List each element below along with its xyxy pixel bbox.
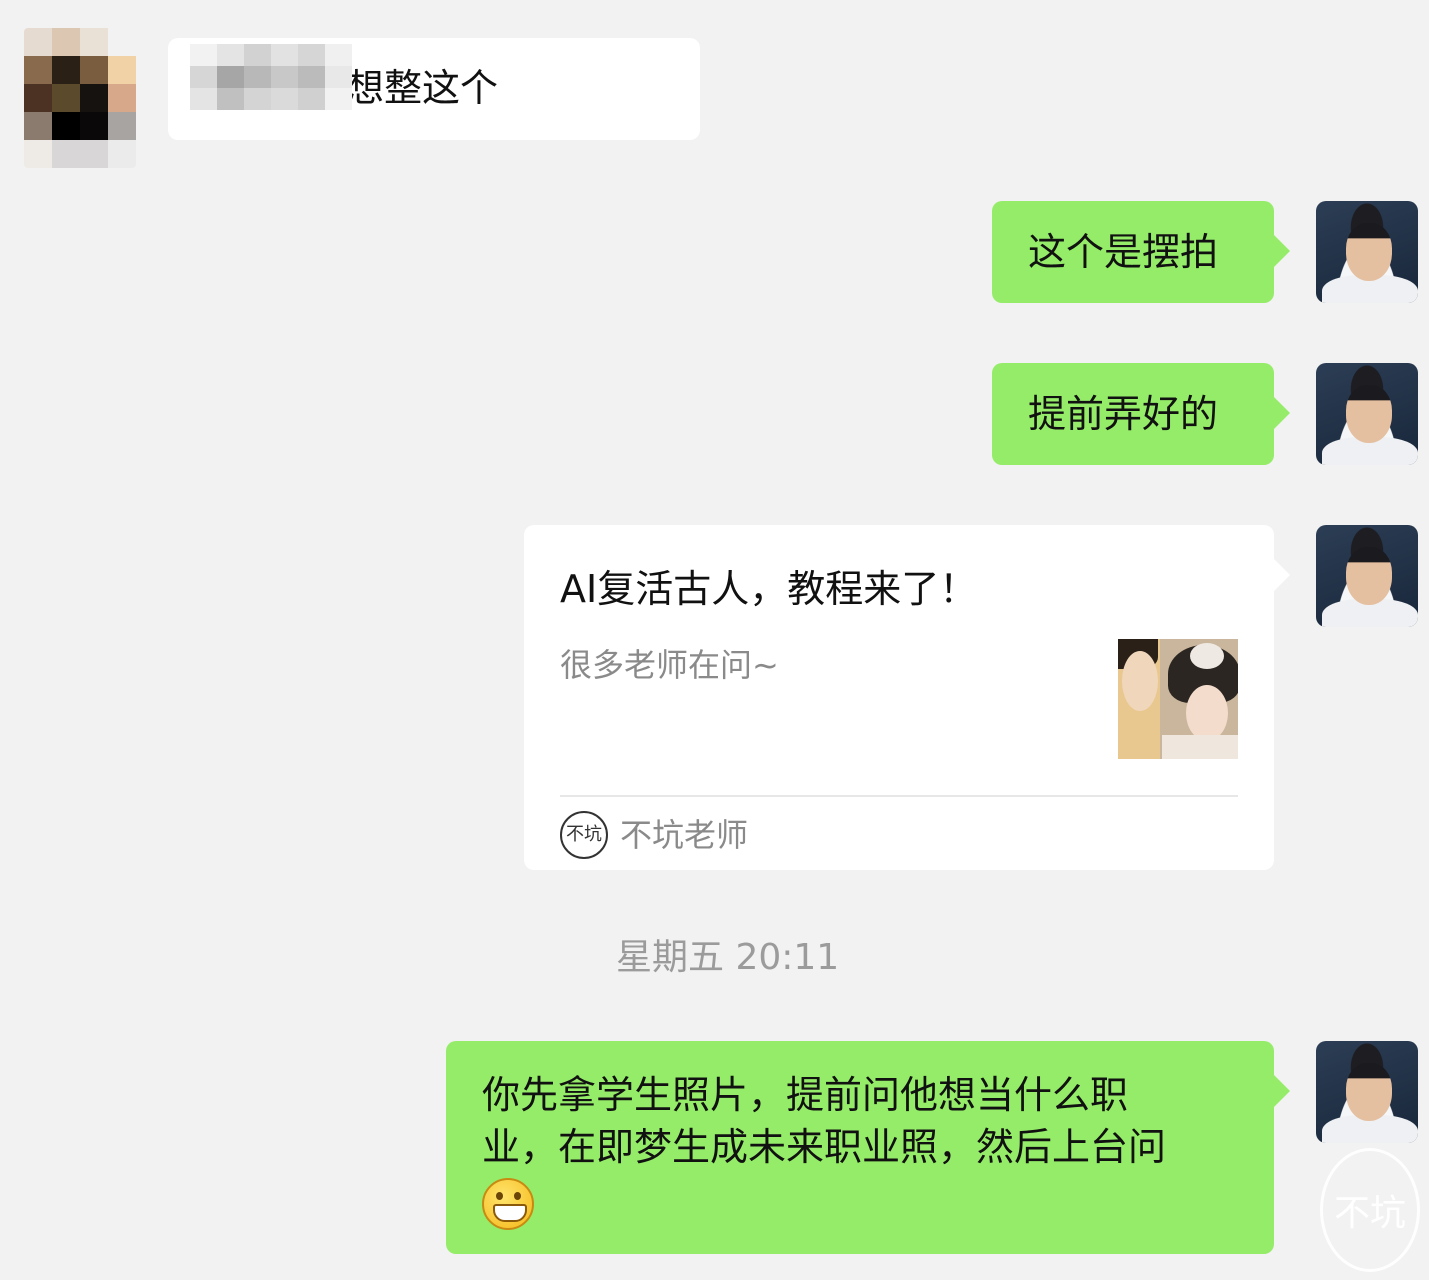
user-avatar[interactable] [1316,201,1418,303]
chat-window: 好，我都想整这个 这个是摆拍 提前弄好的 AI复活古人，教程来了！ 很多老师在问… [0,0,1429,1280]
avatar-face [1346,385,1392,443]
grin-emoji-icon [482,1177,534,1230]
sent-message-bubble[interactable]: 提前弄好的 [992,363,1290,465]
avatar-face [1346,547,1392,605]
sent-message-text: 提前弄好的 [1028,392,1219,436]
chat-timestamp: 星期五 20:11 [616,937,840,978]
shared-article-card[interactable]: AI复活古人，教程来了！ 很多老师在问~ 不坑 不坑老师 [524,525,1290,870]
thumb-hair-flower [1190,643,1224,669]
sent-message-bubble[interactable]: 这个是摆拍 [992,201,1290,303]
blurred-name-mosaic [190,44,352,110]
avatar-face [1346,223,1392,281]
user-avatar[interactable] [1316,1041,1418,1143]
user-avatar[interactable] [1316,525,1418,627]
official-account-icon: 不坑 [560,811,608,859]
avatar-face [1346,1063,1392,1121]
thumb-face-right [1186,685,1228,741]
thumb-robe [1162,735,1238,759]
card-source[interactable]: 不坑 不坑老师 [560,809,748,861]
user-avatar[interactable] [1316,363,1418,465]
sent-message-line: 业，在即梦生成未来职业照，然后上台问 [482,1125,1167,1169]
card-divider [560,795,1238,797]
card-source-name: 不坑老师 [620,816,749,854]
card-title: AI复活古人，教程来了！ [560,567,978,611]
thumb-face-left [1122,651,1158,711]
card-thumbnail [1118,639,1238,759]
bukeng-watermark-icon: 不坑 [1320,1148,1420,1272]
sent-message-bubble[interactable]: 你先拿学生照片，提前问他想当什么职 业，在即梦生成未来职业照，然后上台问 [446,1041,1290,1254]
card-description: 很多老师在问~ [560,646,779,684]
sent-message-text: 这个是摆拍 [1028,230,1219,274]
contact-avatar-blurred[interactable] [24,28,136,168]
sent-message-line: 你先拿学生照片，提前问他想当什么职 [482,1073,1129,1117]
